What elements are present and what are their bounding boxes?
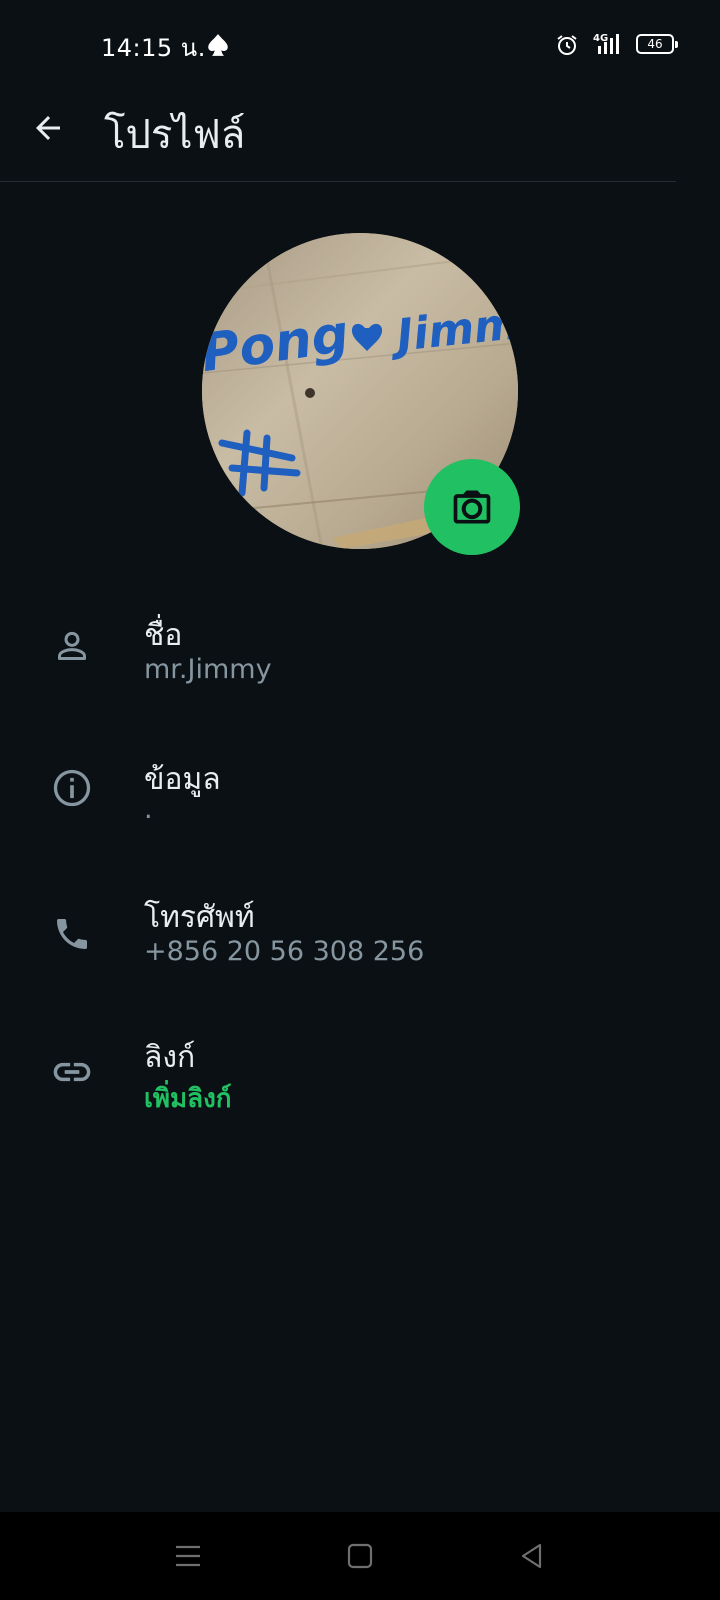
network-type: 4G — [593, 33, 609, 44]
profile-photo-section: Pong Jimmy — [202, 233, 520, 555]
app-bar: โปรไฟล์ — [0, 90, 720, 182]
alarm-icon — [557, 35, 577, 55]
phone-value: +856 20 56 308 256 — [144, 936, 425, 967]
status-time: 14:15 น. — [101, 34, 206, 62]
name-label: ชื่อ — [144, 618, 183, 653]
link-icon — [48, 1048, 96, 1096]
add-link-button[interactable]: เพิ่มลิงก์ — [144, 1078, 232, 1119]
status-bar: 14:15 น. 4G 46 — [0, 0, 720, 90]
triangle-back-icon — [521, 1543, 542, 1569]
back-nav-button[interactable] — [510, 1534, 554, 1578]
link-row[interactable]: ลิงก์ เพิ่มลิงก์ — [0, 1030, 720, 1150]
phone-icon — [48, 910, 96, 958]
about-row[interactable]: ข้อมูล . — [0, 742, 720, 862]
link-label: ลิงก์ — [144, 1040, 196, 1075]
square-icon — [347, 1543, 373, 1569]
battery-level: 46 — [647, 37, 663, 51]
back-button[interactable] — [24, 104, 72, 152]
arrow-left-icon — [36, 116, 60, 140]
spade-icon — [208, 34, 228, 56]
camera-icon — [453, 490, 491, 524]
about-label: ข้อมูล — [144, 762, 221, 797]
phone-row[interactable]: โทรศัพท์ +856 20 56 308 256 — [0, 886, 720, 1006]
menu-icon — [176, 1545, 200, 1567]
phone-label: โทรศัพท์ — [144, 900, 255, 935]
about-value: . — [144, 794, 153, 825]
header-divider — [0, 181, 676, 182]
battery-icon: 46 — [636, 34, 678, 54]
info-icon — [48, 764, 96, 812]
name-row[interactable]: ชื่อ mr.Jimmy — [0, 598, 720, 718]
system-nav-bar — [0, 1512, 720, 1600]
recent-apps-button[interactable] — [166, 1534, 210, 1578]
name-value: mr.Jimmy — [144, 654, 272, 685]
change-photo-button[interactable] — [424, 459, 520, 555]
person-icon — [48, 622, 96, 670]
home-button[interactable] — [338, 1534, 382, 1578]
page-title: โปรไฟล์ — [104, 112, 246, 158]
